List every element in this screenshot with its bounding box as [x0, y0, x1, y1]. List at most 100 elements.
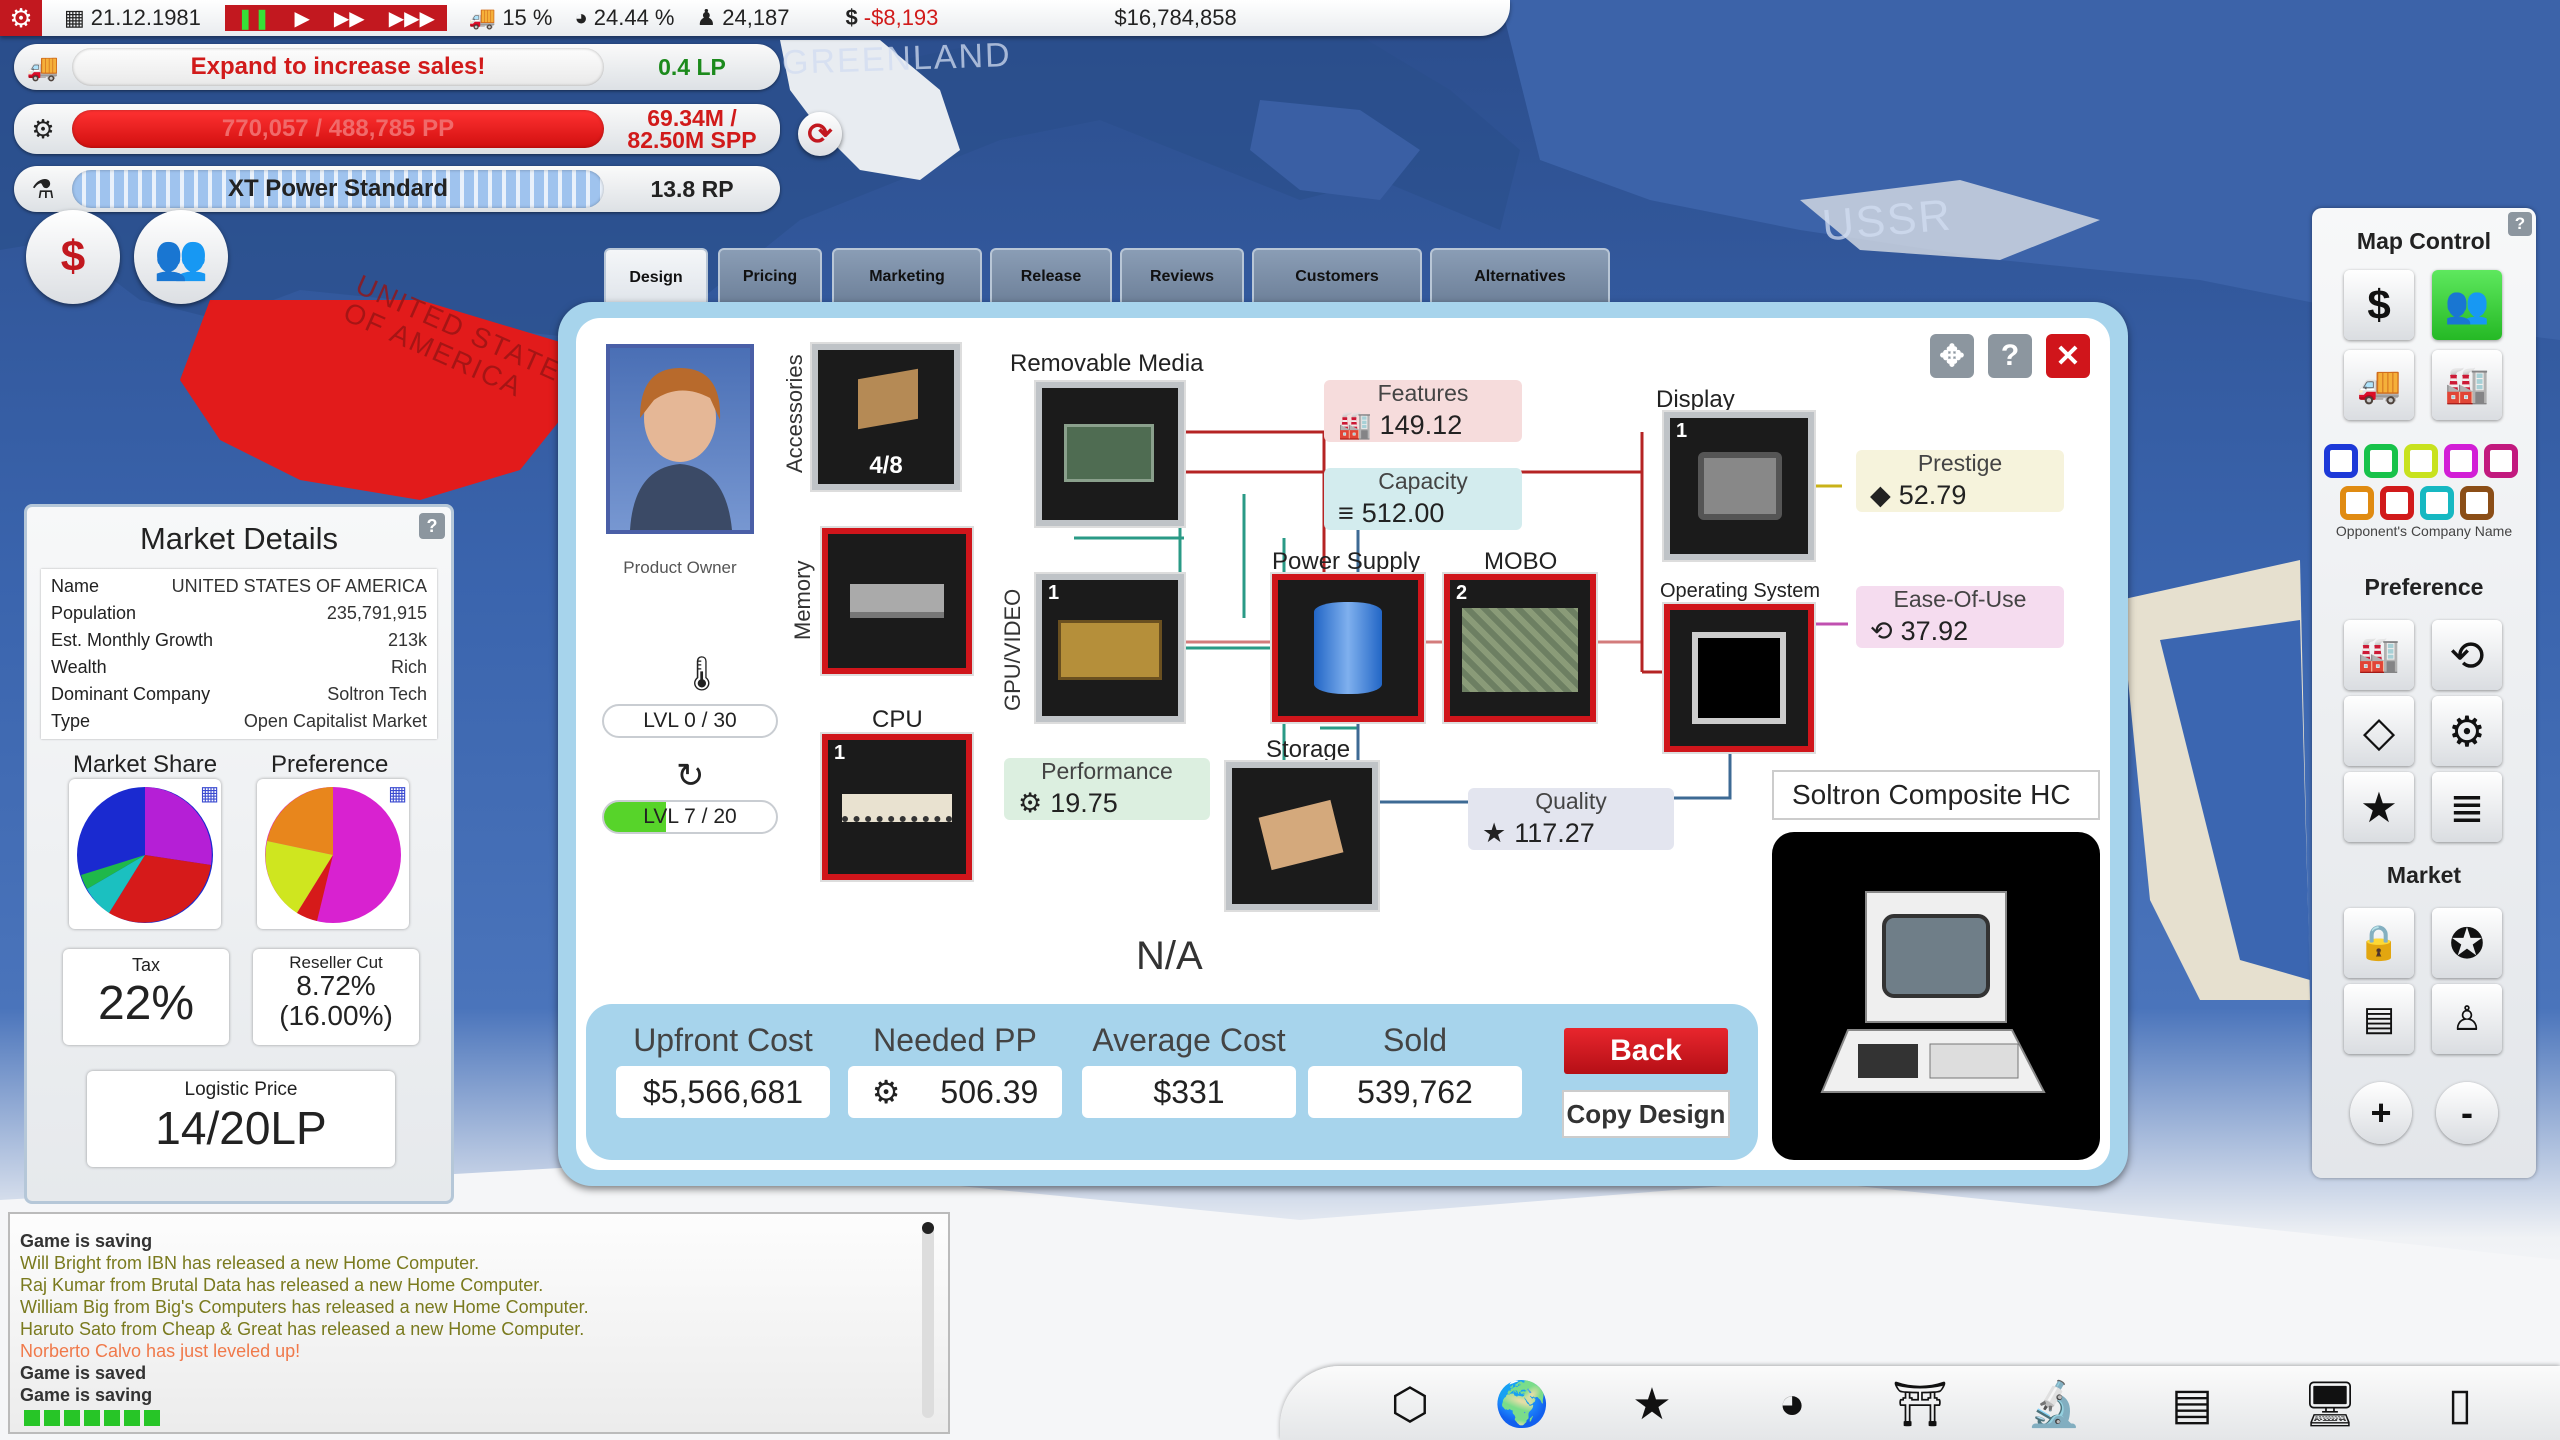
cpu-slot[interactable]: 1: [822, 734, 972, 880]
settings-gear-icon[interactable]: ⚙: [0, 0, 42, 36]
opponent-color-swatch[interactable]: [2324, 444, 2358, 478]
factory-icon: 🏭: [2444, 364, 2490, 405]
market-agent-button[interactable]: ♙: [2432, 984, 2502, 1054]
map-population-button[interactable]: 👥: [2432, 270, 2502, 340]
market-share-chart[interactable]: ▦: [69, 779, 221, 929]
tab-reviews[interactable]: Reviews: [1120, 248, 1244, 304]
zoom-in-button[interactable]: +: [2350, 1082, 2412, 1144]
opponent-color-swatch[interactable]: [2420, 486, 2454, 520]
reseller-value: 8.72%: [296, 970, 376, 1001]
average-cost: Average Cost $331: [1082, 1022, 1296, 1118]
capacity-label: Capacity: [1378, 468, 1468, 494]
market-lock-button[interactable]: 🔒: [2344, 908, 2414, 978]
fast-forward-icon[interactable]: ▶▶: [334, 6, 365, 31]
tab-pricing[interactable]: Pricing: [718, 248, 822, 304]
logistic-value: 14/20LP: [155, 1102, 327, 1154]
copy-design-button[interactable]: Copy Design: [1562, 1090, 1730, 1138]
opponent-color-swatch[interactable]: [2380, 486, 2414, 520]
log-filters[interactable]: [24, 1410, 160, 1426]
map-money-button[interactable]: $: [2344, 270, 2414, 340]
opponent-color-swatch[interactable]: [2364, 444, 2398, 478]
flask-icon: ⚗: [31, 173, 55, 204]
grid-icon[interactable]: ▦: [200, 781, 219, 806]
play-icon[interactable]: ▶: [294, 6, 309, 31]
pref-prestige-button[interactable]: ◇: [2344, 696, 2414, 766]
tab-marketing[interactable]: Marketing: [832, 248, 982, 304]
star-icon[interactable]: ★: [1622, 1376, 1682, 1432]
market-title: Market: [2386, 862, 2462, 888]
event-log[interactable]: Game is saving Will Bright from IBN has …: [8, 1212, 950, 1434]
preference-chart[interactable]: ▦: [257, 779, 409, 929]
gpu-count: 1: [1048, 582, 1060, 604]
map-logistics-button[interactable]: 🚚: [2344, 350, 2414, 420]
box-icon[interactable]: ⬡: [1380, 1376, 1440, 1432]
pref-ease-button[interactable]: ⟲: [2432, 620, 2502, 690]
computer-icon[interactable]: 🖥: [2300, 1376, 2360, 1432]
pref-performance-button[interactable]: ⚙: [2432, 696, 2502, 766]
operating-system-slot[interactable]: [1664, 604, 1814, 752]
ease-of-use-stat: Ease-Of-Use ⟲ 37.92: [1856, 586, 2064, 648]
report-icon[interactable]: ▤: [2162, 1376, 2222, 1432]
opponent-color-swatch[interactable]: [2460, 486, 2494, 520]
staff-button[interactable]: 👥: [134, 210, 228, 304]
refresh-icon[interactable]: ⟳: [798, 112, 842, 156]
market-star-button[interactable]: ✪: [2432, 908, 2502, 978]
finance-button[interactable]: $: [26, 210, 120, 304]
level-display-2: LVL 7 / 20: [602, 800, 778, 834]
fastest-forward-icon[interactable]: ▶▶▶: [389, 6, 435, 31]
tab-release[interactable]: Release: [990, 248, 1112, 304]
ease-of-use-value: 37.92: [1900, 615, 1969, 646]
gpu-slot[interactable]: 1: [1036, 574, 1184, 722]
mobo-slot[interactable]: 2: [1444, 574, 1596, 722]
level-display-1: LVL 0 / 30: [602, 704, 778, 738]
pref-capacity-button[interactable]: ≣: [2432, 772, 2502, 842]
features-value: 149.12: [1379, 409, 1463, 440]
game-speed-controls[interactable]: ❚❚ ▶ ▶▶ ▶▶▶: [224, 5, 447, 31]
microscope-icon[interactable]: 🔬: [2024, 1376, 2084, 1432]
opponent-color-swatch[interactable]: [2484, 444, 2518, 478]
logistic-card: Logistic Price 14/20LP: [87, 1071, 395, 1167]
market-report-button[interactable]: ▤: [2344, 984, 2414, 1054]
accessories-count: 4/8: [869, 452, 903, 479]
chip-icon: ⚙: [1018, 787, 1043, 818]
accessories-slot[interactable]: 4/8: [812, 344, 960, 490]
diamond-icon: ◇: [2362, 707, 2396, 755]
pause-icon[interactable]: ❚❚: [237, 6, 271, 31]
grid-icon[interactable]: ▦: [388, 781, 407, 806]
pref-features-button[interactable]: 🏭: [2344, 620, 2414, 690]
tab-alternatives[interactable]: Alternatives: [1430, 248, 1610, 304]
performance-value: 19.75: [1050, 787, 1118, 818]
tab-design[interactable]: Design: [604, 248, 708, 306]
building-icon[interactable]: ⛩: [1890, 1376, 1950, 1432]
opponent-color-swatch[interactable]: [2444, 444, 2478, 478]
power-supply-slot[interactable]: [1272, 574, 1424, 722]
help-icon[interactable]: ?: [419, 513, 445, 539]
pie-icon: ◕: [574, 5, 588, 30]
removable-media-slot[interactable]: [1036, 382, 1184, 526]
product-name-input[interactable]: [1772, 770, 2100, 820]
pref-quality-button[interactable]: ★: [2344, 772, 2414, 842]
map-factory-button[interactable]: 🏭: [2432, 350, 2502, 420]
truck-icon: 🚚: [468, 5, 497, 30]
tax-label: Tax: [131, 955, 160, 975]
market-info-table: Name UNITED STATES OF AMERICA Population 2…: [41, 569, 437, 739]
log-scrollbar[interactable]: [922, 1222, 934, 1418]
zoom-out-button[interactable]: -: [2436, 1082, 2498, 1144]
opponent-color-swatch[interactable]: [2340, 486, 2374, 520]
display-slot[interactable]: 1: [1664, 412, 1814, 560]
opponent-color-swatch[interactable]: [2404, 444, 2438, 478]
memory-slot[interactable]: [822, 528, 972, 674]
accessories-label: Accessories: [782, 354, 807, 474]
back-button[interactable]: Back: [1564, 1028, 1728, 1074]
phone-icon[interactable]: ▯: [2430, 1376, 2490, 1432]
display-count: 1: [1676, 420, 1688, 442]
chip-icon: ⚙: [2448, 707, 2486, 755]
world-icon[interactable]: 🌍: [1492, 1376, 1552, 1432]
logistic-points: 0.4 LP: [658, 54, 726, 80]
storage-slot[interactable]: [1226, 762, 1378, 910]
pie-chart-icon[interactable]: ◕: [1762, 1376, 1822, 1432]
tab-customers[interactable]: Customers: [1252, 248, 1422, 304]
ease-of-use-label: Ease-Of-Use: [1893, 586, 2027, 612]
capacity-stat: Capacity ≡ 512.00: [1324, 468, 1522, 530]
product-owner-portrait[interactable]: [606, 344, 754, 534]
